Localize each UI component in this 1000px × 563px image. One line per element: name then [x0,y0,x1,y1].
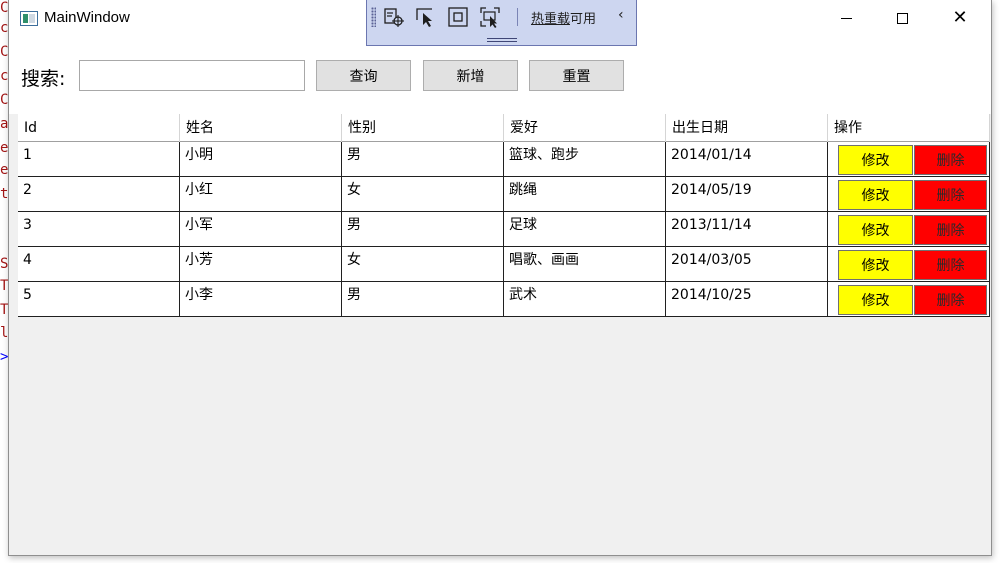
cell-birthdate: 2013/11/14 [666,212,828,247]
cell-birthdate: 2014/03/05 [666,247,828,282]
cell-name: 小明 [180,142,342,177]
pointer-select-icon[interactable] [415,6,437,28]
chevron-left-icon[interactable]: ‹ [618,7,624,23]
cell-hobby: 跳绳 [504,177,666,212]
maximize-button[interactable] [879,0,925,36]
window-app-icon [20,11,38,26]
cell-gender: 男 [342,212,504,247]
main-window: MainWindow ✕ 搜索: 查询 新增 重置 Id 姓名 性别 爱好 出生… [8,0,992,556]
table-row[interactable]: 3 小军 男 足球 2013/11/14 修改 删除 [18,212,990,247]
minimize-icon [840,17,852,19]
maximize-icon [896,12,908,24]
delete-button[interactable]: 删除 [914,215,987,245]
add-button[interactable]: 新增 [423,60,518,91]
cell-id: 4 [18,247,180,282]
cell-id: 3 [18,212,180,247]
column-header-gender[interactable]: 性别 [342,114,504,142]
query-button[interactable]: 查询 [316,60,411,91]
cell-birthdate: 2014/01/14 [666,142,828,177]
column-header-actions[interactable]: 操作 [828,114,990,142]
cell-name: 小芳 [180,247,342,282]
hot-reload-state: 可用 [570,12,597,27]
cell-name: 小李 [180,282,342,317]
cell-name: 小军 [180,212,342,247]
toolbar-drag-handle-icon[interactable] [487,38,517,42]
toolbar-grip-icon[interactable] [371,7,376,27]
column-header-hobby[interactable]: 爱好 [504,114,666,142]
cell-id: 1 [18,142,180,177]
table-row[interactable]: 1 小明 男 篮球、跑步 2014/01/14 修改 删除 [18,142,990,177]
search-input[interactable] [79,60,305,91]
grid-header: Id 姓名 性别 爱好 出生日期 操作 [18,114,990,142]
delete-button[interactable]: 删除 [914,250,987,280]
edit-button[interactable]: 修改 [838,250,913,280]
cell-gender: 男 [342,142,504,177]
edit-button[interactable]: 修改 [838,285,913,315]
cell-id: 5 [18,282,180,317]
cell-birthdate: 2014/10/25 [666,282,828,317]
track-focus-icon[interactable] [479,6,501,28]
cell-gender: 女 [342,177,504,212]
reset-button[interactable]: 重置 [529,60,624,91]
cell-name: 小红 [180,177,342,212]
delete-button[interactable]: 删除 [914,180,987,210]
cell-hobby: 武术 [504,282,666,317]
window-title: MainWindow [44,9,130,26]
column-header-birthdate[interactable]: 出生日期 [666,114,828,142]
select-element-icon[interactable] [383,6,405,28]
cell-hobby: 篮球、跑步 [504,142,666,177]
close-icon: ✕ [952,7,968,28]
cell-gender: 男 [342,282,504,317]
delete-button[interactable]: 删除 [914,145,987,175]
table-row[interactable]: 5 小李 男 武术 2014/10/25 修改 删除 [18,282,990,317]
cell-id: 2 [18,177,180,212]
cell-birthdate: 2014/05/19 [666,177,828,212]
column-header-id[interactable]: Id [18,114,180,142]
column-header-name[interactable]: 姓名 [180,114,342,142]
table-row[interactable]: 2 小红 女 跳绳 2014/05/19 修改 删除 [18,177,990,212]
cell-hobby: 足球 [504,212,666,247]
minimize-button[interactable] [823,0,869,36]
edit-button[interactable]: 修改 [838,145,913,175]
layout-adorner-icon[interactable] [447,6,469,28]
table-row[interactable]: 4 小芳 女 唱歌、画画 2014/03/05 修改 删除 [18,247,990,282]
hot-reload-toolbar: 热重载可用 ‹ [366,0,637,46]
toolbar-divider [517,8,518,26]
cell-gender: 女 [342,247,504,282]
search-label: 搜索: [21,68,66,90]
edit-button[interactable]: 修改 [838,215,913,245]
hot-reload-link[interactable]: 热重载 [531,12,570,27]
close-button[interactable]: ✕ [937,0,983,36]
cell-hobby: 唱歌、画画 [504,247,666,282]
edit-button[interactable]: 修改 [838,180,913,210]
delete-button[interactable]: 删除 [914,285,987,315]
search-bar: 搜索: 查询 新增 重置 [9,38,991,114]
hot-reload-status[interactable]: 热重载可用 [531,8,596,27]
